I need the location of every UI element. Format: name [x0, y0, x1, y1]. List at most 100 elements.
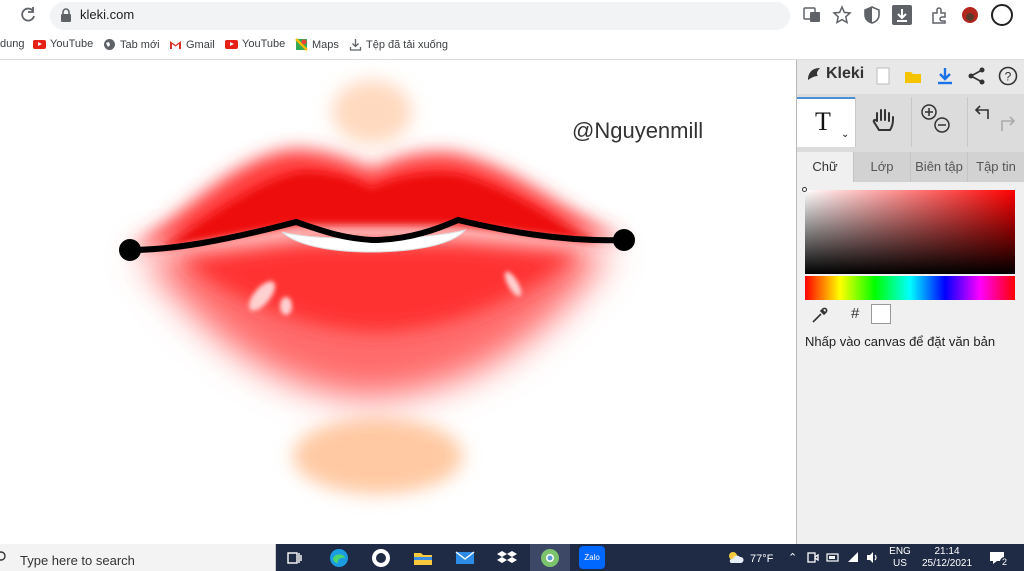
undo-icon[interactable]	[974, 105, 989, 119]
clock[interactable]: 21:14 25/12/2021	[920, 546, 974, 570]
zoom-out-icon[interactable]	[934, 117, 950, 133]
bookmark-item[interactable]: dung	[0, 38, 24, 50]
file-explorer-icon[interactable]	[412, 547, 434, 569]
help-icon[interactable]: ?	[998, 66, 1018, 86]
kleki-logo[interactable]: Kleki	[805, 65, 864, 83]
nose-shadow	[332, 80, 412, 144]
bookmark-label: Tệp đã tải xuống	[366, 38, 448, 51]
download-icon[interactable]	[892, 5, 912, 25]
hand-icon	[872, 109, 894, 131]
notification-count: 2	[1000, 557, 1010, 567]
selected-color-swatch[interactable]	[871, 304, 891, 324]
kleki-panel: Kleki ? T ⌄ Chữ Lớp Biên tập Tập tin # N…	[796, 60, 1024, 544]
extensions-icon[interactable]	[929, 5, 949, 25]
store-icon[interactable]	[370, 547, 392, 569]
watermark-text: @Nguyenmill	[572, 118, 704, 143]
hand-tool-button[interactable]	[855, 97, 911, 147]
menu-circle-icon[interactable]	[990, 3, 1014, 27]
text-tool-hint: Nhấp vào canvas để đặt văn bản	[805, 334, 996, 349]
chevron-up-icon[interactable]: ⌃	[788, 551, 797, 564]
bookmark-label: YouTube	[50, 38, 94, 50]
translate-icon[interactable]	[802, 5, 822, 25]
chrome-icon[interactable]	[539, 547, 561, 569]
edge-icon[interactable]	[328, 547, 350, 569]
search-icon	[0, 551, 6, 561]
undo-redo-icons	[974, 105, 1016, 131]
open-folder-icon[interactable]	[903, 66, 923, 86]
zalo-icon[interactable]: Zalo	[579, 546, 605, 569]
text-tool-button[interactable]: T ⌄	[797, 97, 855, 147]
chevron-down-icon[interactable]: ⌄	[841, 129, 849, 140]
taskbar-search[interactable]: Type here to search	[0, 544, 276, 571]
taskbar: Type here to search Zalo 77°F ⌃ ENG US 2…	[0, 544, 1024, 571]
search-placeholder: Type here to search	[20, 553, 135, 568]
gmail-icon	[170, 41, 181, 49]
lip-corner-dot	[613, 229, 635, 251]
bookmark-label: Maps	[312, 38, 339, 51]
bookmark-item[interactable]: Tệp đã tải xuống	[349, 38, 448, 51]
language-code: ENG	[889, 546, 911, 557]
zoom-buttons	[911, 97, 967, 147]
star-icon[interactable]	[832, 5, 852, 25]
share-icon[interactable]	[967, 66, 987, 86]
language-indicator[interactable]: ENG US	[886, 546, 914, 570]
bookmark-item[interactable]: Tab mới	[103, 38, 160, 51]
bookmark-item[interactable]: YouTube	[33, 38, 93, 50]
meet-now-icon[interactable]	[806, 551, 820, 564]
color-picker-marker[interactable]	[802, 187, 807, 192]
lock-icon[interactable]	[60, 8, 72, 22]
chin-shadow	[293, 418, 463, 494]
hue-slider[interactable]	[805, 276, 1015, 300]
text-tool-label: T	[815, 107, 831, 136]
panel-header: Kleki ?	[797, 60, 1024, 94]
volume-icon[interactable]	[866, 551, 880, 564]
bookmark-label: Tab mới	[120, 38, 160, 51]
youtube-icon	[225, 39, 238, 49]
kleki-logo-text: Kleki	[826, 65, 865, 82]
address-bar[interactable]	[50, 2, 790, 30]
tab-layers[interactable]: Lớp	[854, 152, 911, 182]
dropbox-icon[interactable]	[496, 547, 518, 569]
kleki-logo-icon	[808, 68, 820, 80]
color-saturation-picker[interactable]	[802, 187, 1015, 274]
drawing-canvas[interactable]: @Nguyenmill	[0, 60, 796, 544]
shield-icon[interactable]	[862, 5, 882, 25]
eyedropper-icon[interactable]	[811, 306, 829, 324]
reload-icon[interactable]	[18, 5, 38, 25]
save-download-icon[interactable]	[935, 66, 955, 86]
redo-icon[interactable]	[1001, 116, 1016, 131]
undo-redo-buttons	[967, 97, 1024, 147]
profile-avatar-icon[interactable]	[960, 5, 980, 25]
youtube-icon	[33, 39, 46, 49]
weather-icon[interactable]	[726, 549, 744, 565]
battery-icon[interactable]	[826, 551, 840, 564]
tab-file[interactable]: Tập tin	[968, 152, 1024, 182]
weather-temp[interactable]: 77°F	[750, 553, 773, 565]
zoom-icons	[921, 104, 950, 133]
lip-corner-dot	[119, 239, 141, 261]
address-row: › kleki.com	[0, 0, 1024, 32]
bookmark-label: YouTube	[242, 38, 286, 50]
clock-time: 21:14	[934, 546, 960, 557]
new-file-icon[interactable]	[873, 66, 893, 86]
bookmark-item[interactable]: Gmail	[169, 38, 215, 51]
bookmark-label: dung	[0, 38, 25, 50]
tool-row: T ⌄	[797, 97, 1024, 147]
svg-text:?: ?	[1005, 70, 1012, 84]
maps-icon	[295, 38, 308, 51]
mail-icon[interactable]	[454, 547, 476, 569]
task-view-icon[interactable]	[284, 547, 306, 569]
tab-text[interactable]: Chữ	[797, 152, 854, 182]
bookmark-item[interactable]: Maps	[295, 38, 339, 51]
hex-input-button[interactable]: #	[851, 305, 859, 322]
color-tools-row: #	[805, 304, 1015, 326]
language-region: US	[893, 558, 907, 569]
zoom-in-icon[interactable]	[921, 104, 937, 120]
bookmark-item[interactable]: YouTube	[225, 38, 285, 50]
wifi-icon[interactable]	[846, 551, 860, 564]
url-text[interactable]: kleki.com	[80, 7, 134, 22]
text-tab-body: # Nhấp vào canvas để đặt văn bản	[797, 182, 1024, 544]
lip-highlight	[280, 297, 292, 315]
bookmark-label: Gmail	[186, 38, 215, 51]
tab-edit[interactable]: Biên tập	[911, 152, 968, 182]
